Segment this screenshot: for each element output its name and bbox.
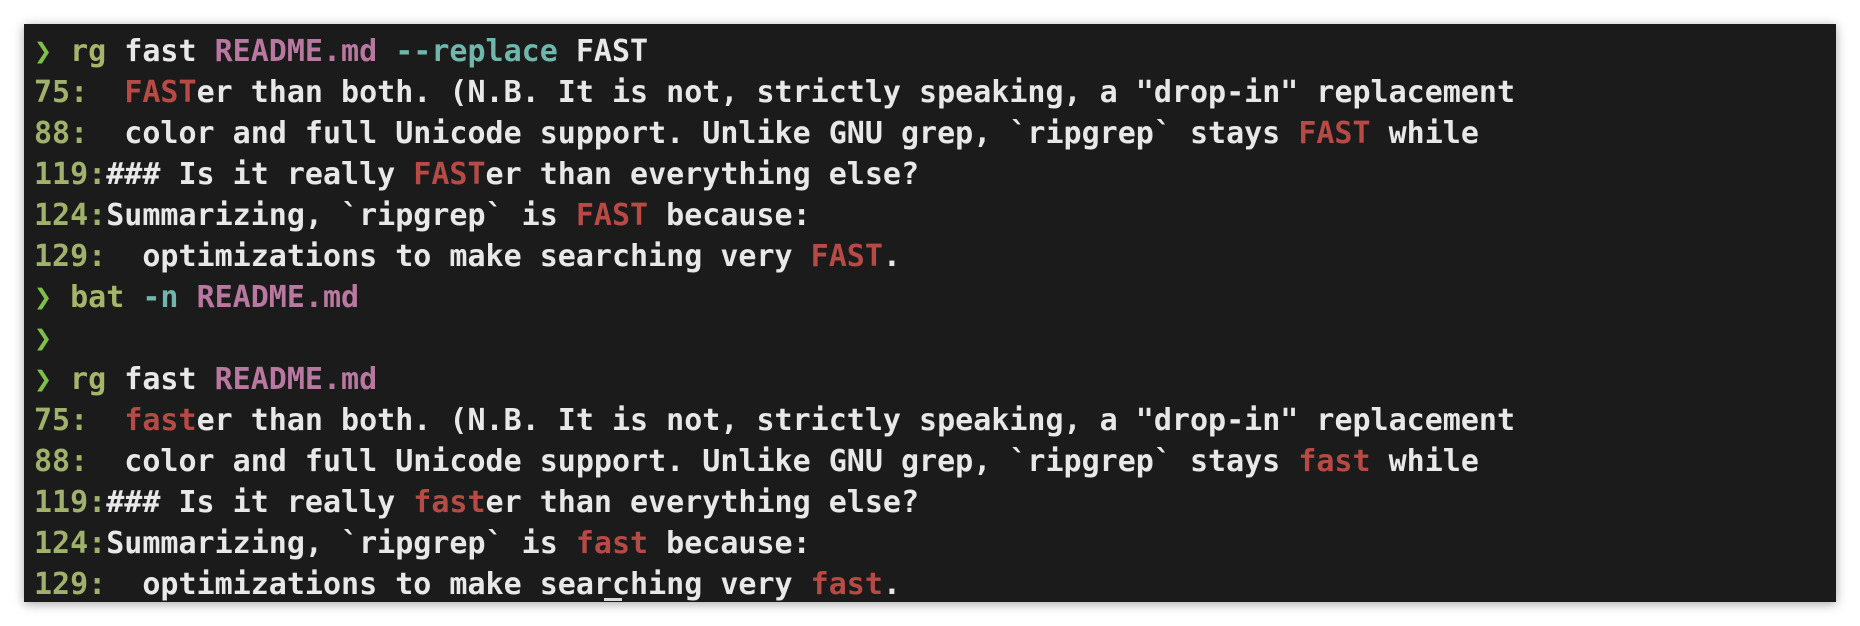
line-number: 88:: [34, 444, 89, 479]
output-line: 88: color and full Unicode support. Unli…: [34, 113, 1836, 154]
text: FAST: [557, 34, 649, 69]
text: [179, 280, 197, 315]
command-name: rg: [70, 362, 107, 397]
command-flag: --replace: [377, 34, 558, 69]
text-cursor: [604, 598, 622, 601]
command-name: rg: [70, 34, 107, 69]
terminal-window[interactable]: ❯ rg fast README.md --replace FAST 75: FA…: [24, 24, 1836, 602]
line-number: 119:: [34, 485, 107, 520]
prompt-symbol: ❯: [34, 362, 71, 397]
prompt-symbol: ❯: [34, 34, 71, 69]
text: while: [1370, 444, 1479, 479]
output-line: 119:### Is it really FASTer than everyth…: [34, 154, 1836, 195]
text: er than everything else?: [485, 157, 920, 192]
text: ### Is it really: [106, 157, 414, 192]
text: Summarizing, `ripgrep` is: [106, 198, 576, 233]
output-line: 124:Summarizing, `ripgrep` is fast becau…: [34, 523, 1836, 564]
text: er than everything else?: [485, 485, 920, 520]
text: fast: [106, 34, 215, 69]
text: while: [1370, 116, 1479, 151]
text: .: [882, 239, 901, 274]
match-highlight: FAST: [1298, 116, 1371, 151]
match-highlight: fast: [124, 403, 197, 438]
text: optimizations to make searching very: [106, 239, 811, 274]
match-highlight: fast: [413, 485, 486, 520]
text: fast: [106, 362, 215, 397]
file-path: README.md: [214, 362, 378, 397]
output-line: 129: optimizations to make searching ver…: [34, 564, 1836, 602]
text: [88, 75, 124, 110]
line-number: 119:: [34, 157, 107, 192]
line-number: 124:: [34, 526, 107, 561]
text: [88, 403, 124, 438]
line-number: 75:: [34, 403, 89, 438]
text: optimizations to make searching very: [106, 567, 811, 602]
prompt-line: ❯ rg fast README.md: [34, 359, 1836, 400]
line-number: 129:: [34, 567, 107, 602]
command-flag: -n: [124, 280, 179, 315]
command-name: bat: [70, 280, 125, 315]
output-line: 75: faster than both. (N.B. It is not, s…: [34, 400, 1836, 441]
prompt-line: ❯: [34, 318, 1836, 359]
output-line: 75: FASTer than both. (N.B. It is not, s…: [34, 72, 1836, 113]
text: because:: [648, 526, 811, 561]
prompt-line: ❯ rg fast README.md --replace FAST: [34, 31, 1836, 72]
line-number: 88:: [34, 116, 89, 151]
match-highlight: fast: [810, 567, 883, 602]
match-highlight: FAST: [124, 75, 197, 110]
text: ### Is it really: [106, 485, 414, 520]
output-line: 124:Summarizing, `ripgrep` is FAST becau…: [34, 195, 1836, 236]
text: color and full Unicode support. Unlike G…: [88, 444, 1299, 479]
line-number: 129:: [34, 239, 107, 274]
output-line: 129: optimizations to make searching ver…: [34, 236, 1836, 277]
file-path: README.md: [196, 280, 360, 315]
match-highlight: FAST: [810, 239, 883, 274]
line-number: 124:: [34, 198, 107, 233]
match-highlight: fast: [575, 526, 649, 561]
text: Summarizing, `ripgrep` is: [106, 526, 576, 561]
text: .: [882, 567, 901, 602]
text: er than both. (N.B. It is not, strictly …: [196, 403, 1516, 438]
match-highlight: FAST: [575, 198, 649, 233]
prompt-symbol: ❯: [34, 321, 53, 356]
file-path: README.md: [214, 34, 378, 69]
match-highlight: fast: [1298, 444, 1371, 479]
output-line: 119:### Is it really faster than everyth…: [34, 482, 1836, 523]
match-highlight: FAST: [413, 157, 486, 192]
prompt-line: ❯ bat -n README.md: [34, 277, 1836, 318]
text: because:: [648, 198, 811, 233]
prompt-symbol: ❯: [34, 280, 71, 315]
line-number: 75:: [34, 75, 89, 110]
output-line: 88: color and full Unicode support. Unli…: [34, 441, 1836, 482]
terminal-output[interactable]: ❯ rg fast README.md --replace FAST 75: FA…: [34, 31, 1836, 602]
text: er than both. (N.B. It is not, strictly …: [196, 75, 1516, 110]
text: color and full Unicode support. Unlike G…: [88, 116, 1299, 151]
